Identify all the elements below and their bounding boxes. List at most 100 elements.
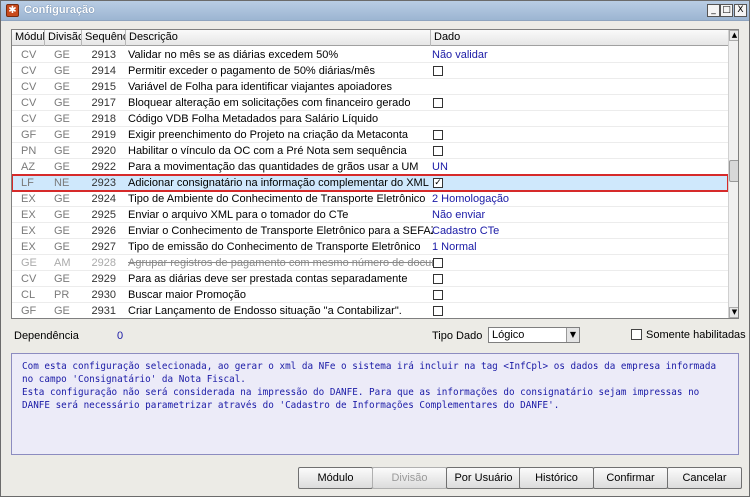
dado-value: 2 Homologação [432, 193, 510, 205]
tipo-dado-select[interactable]: Lógico ▼ [488, 327, 580, 343]
modulo-cell: LF [21, 177, 34, 189]
gear-icon: ✱ [6, 4, 19, 17]
table-row[interactable]: GF GE 2931 Criar Lançamento de Endosso situ… [12, 303, 728, 318]
checkbox[interactable] [433, 290, 443, 300]
dado-cell[interactable]: Não enviar [432, 207, 722, 223]
modulo-cell: GE [21, 257, 37, 269]
table-row[interactable]: EX GE 2927 Tipo de emissão do Conhecimento … [12, 239, 728, 255]
descricao-cell: Para a movimentação das quantidades de g… [128, 161, 419, 173]
column-header-descricao[interactable]: Descrição [126, 30, 431, 46]
dado-cell[interactable] [432, 255, 722, 271]
sequencia-cell: 2915 [91, 81, 116, 93]
modulo-button[interactable]: Módulo [298, 467, 373, 489]
checked-checkbox[interactable]: ✓ [433, 178, 443, 188]
table-row[interactable]: EX GE 2924 Tipo de Ambiente do Conhecimento… [12, 191, 728, 207]
table-row[interactable]: EX GE 2925 Enviar o arquivo XML para o toma… [12, 207, 728, 223]
dado-cell[interactable]: UN [432, 159, 722, 175]
table-row[interactable]: GF GE 2919 Exigir preenchimento do Projeto … [12, 127, 728, 143]
table-row[interactable]: LF NE 2923 Adicionar consignatário na infor… [12, 174, 729, 192]
por-usuario-button[interactable]: Por Usuário [446, 467, 521, 489]
table-row[interactable]: CV GE 2917 Bloquear alteração em solicitaçõ… [12, 95, 728, 111]
divisao-cell: AM [54, 257, 71, 269]
scroll-thumb[interactable] [729, 160, 738, 182]
descricao-cell: Validar no mês se as diárias excedem 50% [128, 49, 339, 61]
checkbox[interactable] [433, 306, 443, 316]
divisao-cell: GE [54, 97, 70, 109]
minimize-button[interactable]: _ [707, 4, 720, 17]
dado-cell[interactable]: 2 Homologação [432, 191, 722, 207]
historico-button[interactable]: Histórico [519, 467, 594, 489]
confirmar-button[interactable]: Confirmar [593, 467, 668, 489]
modulo-cell: GF [21, 129, 37, 141]
table-row[interactable]: CV GE 2913 Validar no mês se as diárias exc… [12, 47, 728, 63]
table-row[interactable]: CV GE 2929 Para as diárias deve ser prestad… [12, 271, 728, 287]
descricao-cell: Agrupar registros de pagamento com mesmo… [128, 257, 433, 269]
checkbox[interactable] [433, 98, 443, 108]
sequencia-cell: 2922 [91, 161, 116, 173]
dado-cell[interactable] [432, 79, 722, 95]
table-row[interactable]: CV GE 2915 Variável de Folha para identific… [12, 79, 728, 95]
column-header-modulo[interactable]: Módulo [12, 30, 45, 46]
somente-habilitadas-label[interactable]: Somente habilitadas [646, 329, 746, 341]
dado-cell[interactable]: ✓ [432, 175, 722, 191]
config-grid[interactable]: Módulo Divisão Sequência Descrição Dado … [11, 29, 739, 319]
close-button[interactable]: X [734, 4, 747, 17]
dado-cell[interactable] [432, 127, 722, 143]
grid-header: Módulo Divisão Sequência Descrição Dado [12, 30, 728, 46]
divisao-button[interactable]: Divisão [372, 467, 447, 489]
sequencia-cell: 2919 [91, 129, 116, 141]
dado-cell[interactable] [432, 63, 722, 79]
table-row[interactable]: CL PR 2930 Buscar maior Promoção [12, 287, 728, 303]
scroll-down-icon[interactable]: ▼ [729, 307, 738, 318]
column-header-divisao[interactable]: Divisão [45, 30, 82, 46]
table-row[interactable]: CV GE 2918 Código VDB Folha Metadados para … [12, 111, 728, 127]
descricao-cell: Exigir preenchimento do Projeto na criaç… [128, 129, 409, 141]
divisao-cell: GE [54, 305, 70, 317]
column-header-dado[interactable]: Dado [431, 30, 728, 46]
table-row[interactable]: CV GE 2914 Permitir exceder o pagamento de … [12, 63, 728, 79]
dado-cell[interactable] [432, 95, 722, 111]
somente-habilitadas-checkbox[interactable] [631, 329, 642, 340]
checkbox[interactable] [433, 274, 443, 284]
checkbox[interactable] [433, 66, 443, 76]
dado-cell[interactable] [432, 303, 722, 318]
maximize-button[interactable]: □ [720, 4, 733, 17]
dado-cell[interactable]: Cadastro CTe [432, 223, 722, 239]
divisao-cell: GE [54, 209, 70, 221]
dado-value: 1 Normal [432, 241, 477, 253]
dado-cell[interactable] [432, 111, 722, 127]
dado-cell[interactable] [432, 287, 722, 303]
checkbox[interactable] [433, 130, 443, 140]
sequencia-cell: 2930 [91, 289, 116, 301]
table-row[interactable]: AZ GE 2922 Para a movimentação das quantida… [12, 159, 728, 175]
sequencia-cell: 2917 [91, 97, 116, 109]
table-row[interactable]: PN GE 2920 Habilitar o vínculo da OC com a … [12, 143, 728, 159]
dado-cell[interactable] [432, 143, 722, 159]
divisao-cell: GE [54, 49, 70, 61]
modulo-cell: CV [21, 113, 37, 125]
dado-cell[interactable] [432, 271, 722, 287]
checkbox[interactable] [433, 146, 443, 156]
modulo-cell: CV [21, 97, 37, 109]
vertical-scrollbar[interactable]: ▲ ▼ [728, 30, 738, 318]
divisao-cell: GE [54, 65, 70, 77]
sequencia-cell: 2931 [91, 305, 116, 317]
divisao-cell: GE [54, 161, 70, 173]
dado-cell[interactable]: 1 Normal [432, 239, 722, 255]
help-text-panel: Com esta configuração selecionada, ao ge… [11, 353, 739, 455]
scroll-up-icon[interactable]: ▲ [729, 30, 738, 41]
modulo-cell: PN [21, 145, 37, 157]
column-header-sequencia[interactable]: Sequência [82, 30, 126, 46]
sequencia-cell: 2926 [91, 225, 116, 237]
dado-cell[interactable]: Não validar [432, 47, 722, 63]
cancelar-button[interactable]: Cancelar [667, 467, 742, 489]
title-bar[interactable]: ✱ Configuração _ □ X [1, 1, 749, 21]
table-row[interactable]: GE AM 2928 Agrupar registros de pagamento c… [12, 255, 728, 271]
grid-rows: CV GE 2913 Validar no mês se as diárias exc… [12, 47, 729, 318]
dado-value: UN [432, 161, 448, 173]
divisao-cell: GE [54, 241, 70, 253]
divisao-cell: GE [54, 81, 70, 93]
chevron-down-icon[interactable]: ▼ [566, 328, 579, 342]
checkbox[interactable] [433, 258, 443, 268]
table-row[interactable]: EX GE 2926 Enviar o Conhecimento de Transpo… [12, 223, 728, 239]
